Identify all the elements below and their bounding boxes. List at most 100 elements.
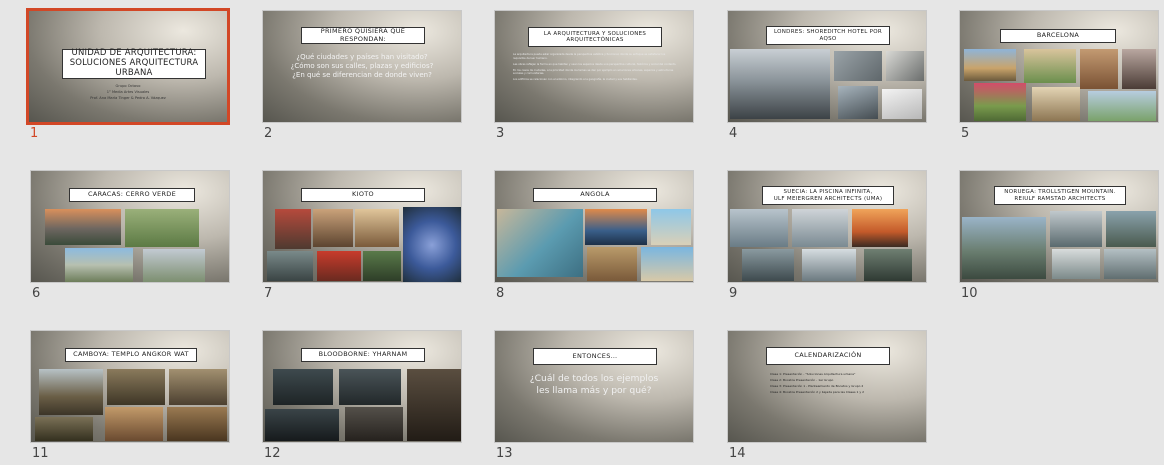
slide-image — [1050, 211, 1102, 247]
slide-image — [65, 248, 133, 282]
slide-image — [35, 417, 93, 441]
slide-image — [730, 49, 830, 119]
slide-image — [587, 247, 637, 281]
slide-title: BLOODBORNE: YHARNAM — [301, 348, 425, 362]
slide-image — [1104, 249, 1156, 279]
slide-10[interactable]: NORUEGA: TROLLSTIGEN MOUNTAIN. REIULF RA… — [959, 170, 1163, 305]
slide-image — [39, 369, 103, 415]
slide-thumbnail[interactable]: NORUEGA: TROLLSTIGEN MOUNTAIN. REIULF RA… — [959, 170, 1159, 283]
slide-thumbnail[interactable]: LONDRES: SHOREDITCH HOTEL POR AQSO — [727, 10, 927, 123]
slide-image — [143, 249, 205, 282]
slide-thumbnail[interactable]: UNIDAD DE ARQUITECTURA: SOLUCIONES ARQUI… — [26, 8, 230, 125]
slide-image — [585, 209, 647, 245]
slide-image — [273, 369, 333, 405]
slide-1[interactable]: UNIDAD DE ARQUITECTURA: SOLUCIONES ARQUI… — [26, 8, 232, 145]
slide-thumbnail[interactable]: BLOODBORNE: YHARNAM — [262, 330, 462, 443]
bullet-item: La arquitectura puede estar organizada d… — [513, 53, 666, 60]
slide-title: ENTONCES… — [533, 348, 657, 365]
slide-number: 7 — [264, 286, 273, 301]
slide-thumbnail[interactable]: CALENDARIZACIÓN Clase 1: Presentación - … — [727, 330, 927, 443]
slide-image — [107, 369, 165, 405]
slide-image — [497, 209, 583, 277]
slide-image — [962, 217, 1046, 279]
slide-9[interactable]: SUECIA: LA PISCINA INFINITA, ULF MEIERGR… — [727, 170, 931, 305]
slide-image — [864, 249, 912, 281]
slide-image — [802, 249, 856, 281]
slide-thumbnail[interactable]: BARCELONA — [959, 10, 1159, 123]
slide-8[interactable]: ANGOLA 8 — [494, 170, 698, 305]
slide-image — [1080, 49, 1118, 89]
slide-14[interactable]: CALENDARIZACIÓN Clase 1: Presentación - … — [727, 330, 931, 465]
slide-title: PRIMERO QUISIERA QUE RESPONDAN: — [301, 27, 425, 44]
slide-title: LONDRES: SHOREDITCH HOTEL POR AQSO — [766, 26, 890, 45]
slide-number: 10 — [961, 286, 978, 301]
slide-title: CAMBOYA: TEMPLO ANGKOR WAT — [65, 348, 197, 362]
slide-image — [169, 369, 227, 405]
slide-image — [167, 407, 227, 441]
slide-image — [1122, 49, 1156, 89]
slide-image — [275, 209, 311, 249]
slide-thumbnail[interactable]: PRIMERO QUISIERA QUE RESPONDAN: ¿Qué ciu… — [262, 10, 462, 123]
list-item: Clase 4: Bocetos Presentación 2 y bajada… — [770, 390, 865, 394]
slide-6[interactable]: CARACAS: CERRO VERDE 6 — [30, 170, 234, 305]
slide-image — [651, 209, 691, 245]
slide-list: Clase 1: Presentación - "Soluciones Arqu… — [770, 371, 864, 395]
slide-image — [886, 51, 924, 81]
slide-image — [730, 209, 788, 247]
slide-image — [407, 369, 461, 441]
slide-image — [852, 209, 908, 247]
slide-3[interactable]: LA ARQUITECTURA Y SOLUCIONES ARQUITECTÓN… — [494, 10, 698, 145]
slide-image — [1052, 249, 1100, 279]
slide-number: 9 — [729, 286, 738, 301]
slide-thumbnail[interactable]: ENTONCES… ¿Cuál de todos los ejemplos le… — [494, 330, 694, 443]
slide-image — [964, 49, 1016, 81]
slide-image — [265, 409, 339, 441]
slide-image — [339, 369, 401, 405]
slide-image — [1024, 49, 1076, 83]
slide-4[interactable]: LONDRES: SHOREDITCH HOTEL POR AQSO 4 — [727, 10, 931, 145]
slide-number: 14 — [729, 446, 746, 461]
slide-number: 1 — [30, 126, 39, 141]
slide-subtitle: Grupo Octavo 1° Media Artes Visuales Pro… — [90, 84, 166, 101]
bullet-item: Los edificios se relacionan con el entor… — [513, 78, 638, 81]
slide-number: 11 — [32, 446, 49, 461]
slide-image — [313, 209, 353, 247]
slide-thumbnail[interactable]: KIOTO — [262, 170, 462, 283]
slide-image — [45, 209, 121, 245]
slide-body: ¿Cuál de todos los ejemplos les llama má… — [529, 373, 659, 396]
slide-title: CARACAS: CERRO VERDE — [69, 188, 195, 202]
slide-5[interactable]: BARCELONA 5 — [959, 10, 1163, 145]
slide-image — [792, 209, 848, 247]
slide-image — [838, 86, 878, 119]
slide-thumbnail[interactable]: LA ARQUITECTURA Y SOLUCIONES ARQUITECTÓN… — [494, 10, 694, 123]
slide-title: KIOTO — [301, 188, 425, 202]
slide-number: 3 — [496, 126, 505, 141]
slide-image — [882, 89, 922, 119]
slide-title: BARCELONA — [1000, 29, 1116, 43]
slide-title: ANGOLA — [533, 188, 657, 202]
slide-thumbnail[interactable]: ANGOLA — [494, 170, 694, 283]
slide-7[interactable]: KIOTO 7 — [262, 170, 466, 305]
slide-image — [317, 251, 361, 281]
slide-13[interactable]: ENTONCES… ¿Cuál de todos los ejemplos le… — [494, 330, 698, 465]
slide-image — [1032, 87, 1080, 121]
slide-title: LA ARQUITECTURA Y SOLUCIONES ARQUITECTÓN… — [528, 27, 662, 47]
bullet-item: En los casos de ciudades, a la prioridad… — [513, 68, 674, 76]
slide-image — [267, 251, 313, 281]
slide-image — [363, 251, 401, 281]
slide-2[interactable]: PRIMERO QUISIERA QUE RESPONDAN: ¿Qué ciu… — [262, 10, 466, 145]
slide-body: ¿Qué ciudades y países han visitado? ¿Có… — [290, 53, 434, 79]
slide-12[interactable]: BLOODBORNE: YHARNAM 12 — [262, 330, 466, 465]
slide-thumbnail[interactable]: CAMBOYA: TEMPLO ANGKOR WAT — [30, 330, 230, 443]
slide-number: 13 — [496, 446, 513, 461]
slide-sorter: UNIDAD DE ARQUITECTURA: SOLUCIONES ARQUI… — [0, 0, 1164, 463]
slide-number: 4 — [729, 126, 738, 141]
slide-image — [742, 249, 794, 281]
slide-thumbnail[interactable]: CARACAS: CERRO VERDE — [30, 170, 230, 283]
slide-number: 8 — [496, 286, 505, 301]
slide-number: 6 — [32, 286, 41, 301]
slide-11[interactable]: CAMBOYA: TEMPLO ANGKOR WAT 11 — [30, 330, 234, 465]
slide-image — [834, 51, 882, 81]
slide-thumbnail[interactable]: SUECIA: LA PISCINA INFINITA, ULF MEIERGR… — [727, 170, 927, 283]
slide-number: 2 — [264, 126, 273, 141]
